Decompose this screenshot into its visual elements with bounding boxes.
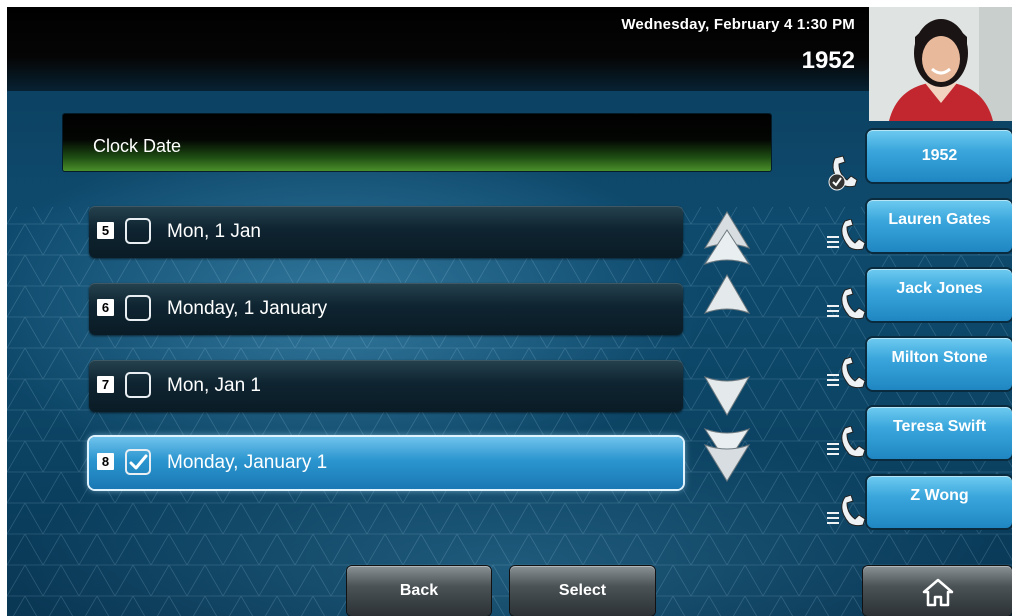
checkbox[interactable]: [125, 218, 151, 244]
page-down-icon[interactable]: [701, 425, 753, 483]
handset-icon: [827, 495, 866, 527]
phone-screen: Wednesday, February 4 1:30 PM 1952 Clock…: [7, 7, 1012, 616]
checkmark-icon: [129, 454, 148, 470]
list-item-option-7[interactable]: 7 Mon, Jan 1: [89, 360, 683, 412]
line-key-z-wong[interactable]: Z Wong: [867, 476, 1012, 528]
option-label: Mon, 1 Jan: [167, 221, 261, 242]
line-key-1952[interactable]: 1952: [867, 130, 1012, 182]
handset-registered-icon: [828, 155, 858, 191]
line-label: Jack Jones: [896, 280, 983, 297]
extension-number: 1952: [801, 47, 855, 74]
list-item-option-8[interactable]: 8 Monday, January 1: [89, 437, 683, 489]
back-label: Back: [399, 582, 439, 599]
home-icon: [922, 578, 954, 607]
handset-icon: [827, 288, 866, 320]
select-label: Select: [558, 582, 607, 599]
status-bar: Wednesday, February 4 1:30 PM 1952: [7, 7, 869, 91]
option-label: Mon, Jan 1: [167, 375, 261, 396]
select-button[interactable]: Select: [510, 566, 655, 616]
back-button[interactable]: Back: [347, 566, 491, 616]
page-title: Clock Date: [93, 136, 182, 156]
list-item-option-6[interactable]: 6 Monday, 1 January: [89, 283, 683, 335]
caller-video-icon: [869, 7, 1012, 121]
option-number: 5: [97, 222, 114, 239]
option-number: 8: [97, 453, 114, 470]
scroll-up-icon[interactable]: [701, 273, 753, 317]
page-up-icon[interactable]: [701, 210, 753, 268]
video-preview: [869, 7, 1012, 121]
line-label: Teresa Swift: [892, 418, 987, 435]
clock-date-header: Clock Date: [63, 114, 771, 171]
option-number: 6: [97, 299, 114, 316]
line-key-teresa-swift[interactable]: Teresa Swift: [867, 407, 1012, 459]
line-key-milton-stone[interactable]: Milton Stone: [867, 338, 1012, 390]
handset-icon: [827, 357, 866, 389]
line-label: Milton Stone: [891, 349, 988, 366]
option-label: Monday, 1 January: [167, 298, 328, 319]
date-time: Wednesday, February 4 1:30 PM: [621, 16, 855, 33]
line-key-lauren-gates[interactable]: Lauren Gates: [867, 200, 1012, 252]
checkbox[interactable]: [125, 295, 151, 321]
line-key-jack-jones[interactable]: Jack Jones: [867, 269, 1012, 321]
handset-icon: [827, 219, 866, 251]
handset-icon: [827, 426, 866, 458]
scroll-down-icon[interactable]: [701, 373, 753, 417]
option-number: 7: [97, 376, 114, 393]
checkbox-checked[interactable]: [125, 449, 151, 475]
option-label: Monday, January 1: [167, 452, 328, 473]
line-label: Lauren Gates: [888, 211, 991, 228]
checkbox[interactable]: [125, 372, 151, 398]
list-item-option-5[interactable]: 5 Mon, 1 Jan: [89, 206, 683, 258]
line-label: 1952: [921, 147, 958, 164]
line-label: Z Wong: [910, 487, 969, 504]
home-button[interactable]: [863, 566, 1012, 616]
